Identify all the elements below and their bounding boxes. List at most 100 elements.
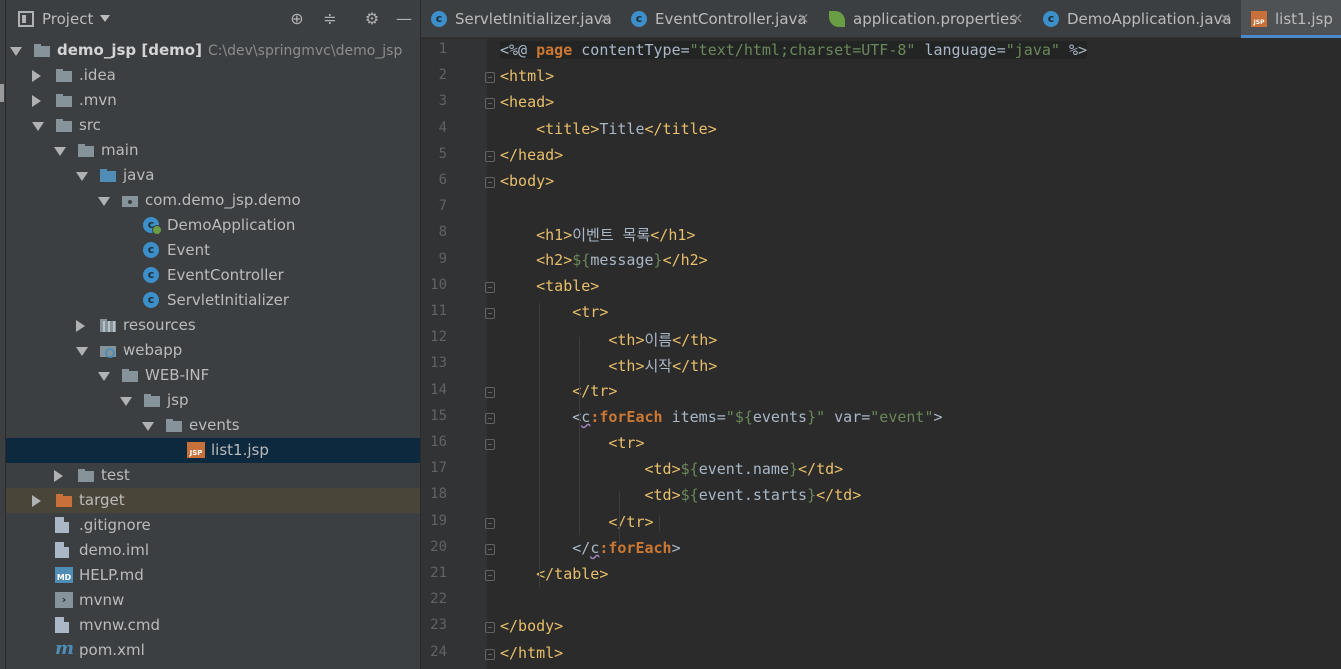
- fold-marker-icon[interactable]: [485, 150, 495, 162]
- fold-marker-icon[interactable]: [485, 177, 495, 188]
- fold-marker-icon[interactable]: [485, 98, 495, 110]
- editor-tab[interactable]: JSP list1.jsp: [1241, 0, 1341, 38]
- code-line[interactable]: <html>: [500, 67, 554, 85]
- expand-arrow-icon[interactable]: [32, 122, 44, 131]
- locate-target-icon[interactable]: ⊕: [286, 8, 308, 30]
- code-line[interactable]: <tr>: [500, 434, 644, 452]
- close-icon[interactable]: ×: [1219, 9, 1232, 27]
- chevron-down-icon[interactable]: [100, 15, 110, 22]
- tree-item[interactable]: webapp: [6, 338, 420, 363]
- tree-item[interactable]: src: [6, 113, 420, 138]
- expand-arrow-icon[interactable]: [98, 197, 110, 206]
- code-line[interactable]: <%@ page contentType="text/html;charset=…: [500, 41, 1088, 59]
- close-icon[interactable]: ×: [1011, 9, 1024, 27]
- project-title[interactable]: Project: [42, 10, 93, 28]
- collapse-arrow-icon[interactable]: [32, 95, 41, 107]
- code-line[interactable]: <head>: [500, 93, 554, 111]
- tree-item[interactable]: demo.iml: [6, 538, 420, 563]
- fold-marker-icon[interactable]: [485, 412, 495, 424]
- tree-item[interactable]: c EventController: [6, 263, 420, 288]
- tree-item[interactable]: c Event: [6, 238, 420, 263]
- code-line[interactable]: <title>Title</title>: [500, 120, 717, 138]
- close-icon[interactable]: ×: [599, 9, 612, 27]
- code-line[interactable]: </tr>: [500, 382, 617, 400]
- fold-marker-icon[interactable]: [485, 308, 495, 319]
- code-line[interactable]: <body>: [500, 172, 554, 190]
- tree-item[interactable]: .mvn: [6, 88, 420, 113]
- code-line[interactable]: <td>${event.name}</td>: [500, 460, 844, 478]
- fold-marker-icon[interactable]: [485, 622, 495, 634]
- tree-item-label: webapp: [123, 341, 183, 359]
- tree-item[interactable]: MD HELP.md: [6, 563, 420, 588]
- tree-item[interactable]: c ServletInitializer: [6, 288, 420, 313]
- tree-item[interactable]: com.demo_jsp.demo: [6, 188, 420, 213]
- fold-marker-icon[interactable]: [485, 648, 495, 660]
- code-line[interactable]: <td>${event.starts}</td>: [500, 486, 862, 504]
- line-number: 2: [438, 67, 447, 84]
- excluded-folder-icon: [55, 492, 73, 508]
- fold-marker-icon[interactable]: [485, 386, 495, 398]
- editor-tab[interactable]: application.properties ×: [819, 0, 1033, 38]
- code-line[interactable]: <tr>: [500, 303, 608, 321]
- expand-arrow-icon[interactable]: [98, 372, 110, 381]
- code-line[interactable]: <h1>이벤트 목록</h1>: [500, 224, 695, 245]
- code-line[interactable]: <c:forEach items="${events}" var="event"…: [500, 408, 942, 426]
- tree-item[interactable]: resources: [6, 313, 420, 338]
- tree-item[interactable]: m pom.xml: [6, 638, 420, 663]
- fold-marker-icon[interactable]: [485, 570, 495, 581]
- code-line[interactable]: </c:forEach>: [500, 539, 680, 557]
- tree-item[interactable]: main: [6, 138, 420, 163]
- tree-item[interactable]: .gitignore: [6, 513, 420, 538]
- expand-arrow-icon[interactable]: [54, 147, 66, 156]
- tree-item[interactable]: c DemoApplication: [6, 213, 420, 238]
- expand-arrow-icon[interactable]: [76, 172, 88, 181]
- tree-item[interactable]: mvnw.cmd: [6, 613, 420, 638]
- code-line[interactable]: <h2>${message}</h2>: [500, 251, 708, 269]
- code-line[interactable]: </body>: [500, 617, 563, 635]
- tree-item[interactable]: test: [6, 463, 420, 488]
- tree-item[interactable]: JSP list1.jsp: [6, 438, 420, 463]
- module-icon: [33, 42, 51, 58]
- code-line[interactable]: </table>: [500, 565, 608, 583]
- editor-tab[interactable]: c DemoApplication.java ×: [1033, 0, 1241, 38]
- project-panel: Project ⊕ ≑ ⚙ — demo_jsp [demo] C:\dev\sp…: [6, 0, 420, 669]
- minimize-icon[interactable]: —: [393, 8, 415, 30]
- fold-marker-icon[interactable]: [485, 543, 495, 555]
- collapse-arrow-icon[interactable]: [54, 470, 63, 482]
- code-line[interactable]: <table>: [500, 277, 599, 295]
- code-line[interactable]: <th>시작</th>: [500, 355, 717, 376]
- tab-label: application.properties: [853, 10, 1018, 28]
- fold-marker-icon[interactable]: [485, 281, 495, 293]
- tree-item[interactable]: › mvnw: [6, 588, 420, 613]
- code-line[interactable]: </html>: [500, 644, 563, 662]
- fold-marker-icon[interactable]: [485, 439, 495, 450]
- tab-label: EventController.java: [655, 10, 807, 28]
- expand-arrow-icon[interactable]: [120, 397, 132, 406]
- tree-item[interactable]: .idea: [6, 63, 420, 88]
- expand-arrow-icon[interactable]: [142, 422, 154, 431]
- tree-item[interactable]: WEB-INF: [6, 363, 420, 388]
- tree-item[interactable]: java: [6, 163, 420, 188]
- collapse-all-icon[interactable]: ≑: [319, 8, 341, 30]
- expand-arrow-icon[interactable]: [10, 47, 22, 56]
- expand-arrow-icon[interactable]: [76, 347, 88, 356]
- collapse-arrow-icon[interactable]: [32, 70, 41, 82]
- code-line[interactable]: <th>이름</th>: [500, 329, 717, 350]
- gear-icon[interactable]: ⚙: [361, 8, 383, 30]
- code-editor[interactable]: 1 2 3 4 5 6 7 8 9 10 11 12 13 14 15 16 17 18 19 20 21 22 23 24 …: [421, 39, 1341, 669]
- tree-item[interactable]: jsp: [6, 388, 420, 413]
- class-icon: c: [631, 11, 647, 27]
- tree-item[interactable]: demo_jsp [demo] C:\dev\springmvc\demo_jsp: [6, 38, 420, 63]
- tree-item[interactable]: events: [6, 413, 420, 438]
- fold-marker-icon[interactable]: [485, 517, 495, 529]
- collapse-arrow-icon[interactable]: [32, 495, 41, 507]
- close-icon[interactable]: ×: [797, 9, 810, 27]
- editor-tab[interactable]: c EventController.java ×: [621, 0, 819, 38]
- editor-tab[interactable]: c ServletInitializer.java ×: [421, 0, 621, 38]
- code-line[interactable]: </head>: [500, 146, 563, 164]
- fold-marker-icon[interactable]: [485, 72, 495, 84]
- code-line[interactable]: </tr>: [500, 513, 653, 531]
- collapse-arrow-icon[interactable]: [76, 320, 85, 332]
- tree-item-label: mvnw: [79, 591, 125, 609]
- tree-item[interactable]: target: [6, 488, 420, 513]
